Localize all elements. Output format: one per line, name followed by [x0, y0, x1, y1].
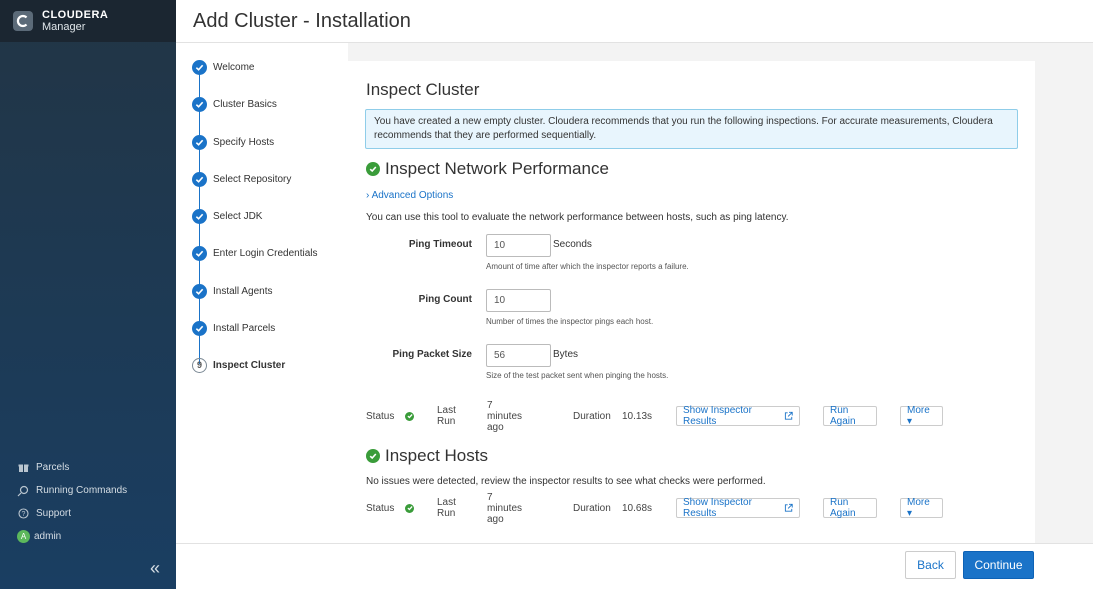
sidebar-item-label: admin [34, 531, 62, 542]
inspect-cluster-panel: Inspect Cluster You have created a new e… [348, 61, 1035, 543]
status-label: Status [366, 502, 395, 514]
step-install-parcels[interactable]: Install Parcels [192, 320, 275, 336]
ping-packet-size-label: Ping Packet Size [392, 349, 472, 360]
sidebar-item-label: Running Commands [36, 485, 128, 496]
check-icon [192, 171, 207, 187]
ping-packet-size-unit: Bytes [553, 349, 579, 360]
button-label: Show Inspector Results [683, 497, 752, 519]
run-again-button[interactable]: Run Again [823, 497, 877, 519]
hosts-description: No issues were detected, review the insp… [366, 476, 766, 487]
gift-icon [17, 462, 29, 474]
collapse-sidebar-icon[interactable]: « [150, 558, 160, 579]
sidebar: CLOUDERA Manager Parcels Running Command… [0, 0, 176, 589]
sidebar-item-admin[interactable]: A admin [0, 525, 176, 548]
check-icon [192, 245, 207, 261]
external-link-icon [784, 503, 793, 512]
check-icon [192, 208, 207, 224]
sidebar-item-running-commands[interactable]: Running Commands [0, 479, 176, 502]
step-enter-login-credentials[interactable]: Enter Login Credentials [192, 245, 318, 261]
step-label: Select JDK [213, 210, 263, 222]
check-icon [192, 283, 207, 299]
duration-label: Duration [573, 502, 611, 514]
back-button[interactable]: Back [905, 551, 956, 579]
ping-timeout-input[interactable] [486, 234, 551, 257]
duration-value: 10.13s [622, 410, 653, 422]
ping-timeout-label: Ping Timeout [408, 239, 472, 250]
wizard-steps: Welcome Cluster Basics Specify Hosts Sel… [176, 43, 348, 543]
step-label: Select Repository [213, 173, 292, 185]
step-welcome[interactable]: Welcome [192, 59, 255, 75]
last-run-value: 7 minutes ago [487, 491, 523, 525]
more-dropdown-button[interactable]: More ▾ [900, 405, 943, 427]
chevron-right-icon: › [366, 190, 370, 201]
check-circle-icon [366, 449, 380, 463]
more-dropdown-button[interactable]: More ▾ [900, 497, 943, 519]
help-circle-icon: ? [17, 508, 29, 520]
network-section-title: Inspect Network Performance [366, 159, 609, 179]
sidebar-item-label: Support [36, 508, 72, 519]
cloudera-logo-icon [13, 11, 33, 31]
ping-packet-size-input[interactable] [486, 344, 551, 367]
status-ok-icon [405, 498, 414, 518]
last-run-label: Last Run [437, 405, 456, 427]
ping-timeout-unit: Seconds [553, 239, 592, 250]
avatar: A [17, 530, 30, 543]
step-label: Welcome [213, 61, 255, 73]
step-label: Install Agents [213, 285, 273, 297]
section-title-text: Inspect Network Performance [385, 159, 609, 178]
check-icon [192, 320, 207, 336]
continue-button[interactable]: Continue [963, 551, 1034, 579]
step-label: Inspect Cluster [213, 359, 286, 371]
step-label: Specify Hosts [213, 136, 275, 148]
advanced-options-label: Advanced Options [371, 190, 454, 201]
step-label: Install Parcels [213, 322, 276, 334]
status-label: Status [366, 410, 395, 422]
step-inspect-cluster[interactable]: 9 Inspect Cluster [192, 357, 285, 373]
step-install-agents[interactable]: Install Agents [192, 283, 272, 299]
sidebar-item-support[interactable]: ? Support [0, 502, 176, 525]
wizard-footer: Back Continue [176, 543, 1093, 589]
ping-count-label: Ping Count [418, 294, 472, 305]
check-icon [192, 134, 207, 150]
step-label: Enter Login Credentials [213, 247, 318, 259]
step-specify-hosts[interactable]: Specify Hosts [192, 134, 274, 150]
external-link-icon [784, 411, 793, 420]
sidebar-bottom-nav: Parcels Running Commands ? Support A adm… [0, 456, 176, 548]
ping-packet-size-help: Size of the test packet sent when pingin… [486, 371, 669, 380]
page-header: Add Cluster - Installation [176, 0, 1093, 43]
duration-label: Duration [573, 410, 611, 422]
run-again-button[interactable]: Run Again [823, 405, 877, 427]
check-icon [192, 96, 207, 112]
step-cluster-basics[interactable]: Cluster Basics [192, 96, 277, 112]
sidebar-item-label: Parcels [36, 462, 70, 473]
advanced-options-link[interactable]: › Advanced Options [366, 190, 453, 201]
ping-timeout-help: Amount of time after which the inspector… [486, 262, 689, 271]
last-run-value: 7 minutes ago [487, 399, 523, 433]
brand[interactable]: CLOUDERA Manager [0, 0, 176, 42]
show-inspector-results-button[interactable]: Show Inspector Results [676, 497, 800, 519]
commands-icon [17, 485, 29, 497]
network-description: You can use this tool to evaluate the ne… [366, 212, 789, 223]
check-icon [192, 59, 207, 75]
step-label: Cluster Basics [213, 98, 277, 110]
duration-value: 10.68s [622, 502, 653, 514]
status-ok-icon [405, 406, 414, 426]
info-alert: You have created a new empty cluster. Cl… [365, 109, 1018, 149]
hosts-section-title: Inspect Hosts [366, 446, 488, 466]
panel-title: Inspect Cluster [366, 80, 480, 99]
section-title-text: Inspect Hosts [385, 446, 488, 465]
step-number: 9 [192, 357, 207, 373]
check-circle-icon [366, 162, 380, 176]
button-label: Show Inspector Results [683, 405, 752, 427]
ping-count-help: Number of times the inspector pings each… [486, 317, 654, 326]
svg-text:?: ? [21, 511, 25, 518]
step-select-jdk[interactable]: Select JDK [192, 208, 262, 224]
step-select-repository[interactable]: Select Repository [192, 171, 291, 187]
page-title: Add Cluster - Installation [193, 10, 411, 32]
ping-count-input[interactable] [486, 289, 551, 312]
sidebar-item-parcels[interactable]: Parcels [0, 456, 176, 479]
brand-name: CLOUDERA Manager [42, 9, 109, 33]
last-run-label: Last Run [437, 497, 456, 519]
show-inspector-results-button[interactable]: Show Inspector Results [676, 405, 800, 427]
